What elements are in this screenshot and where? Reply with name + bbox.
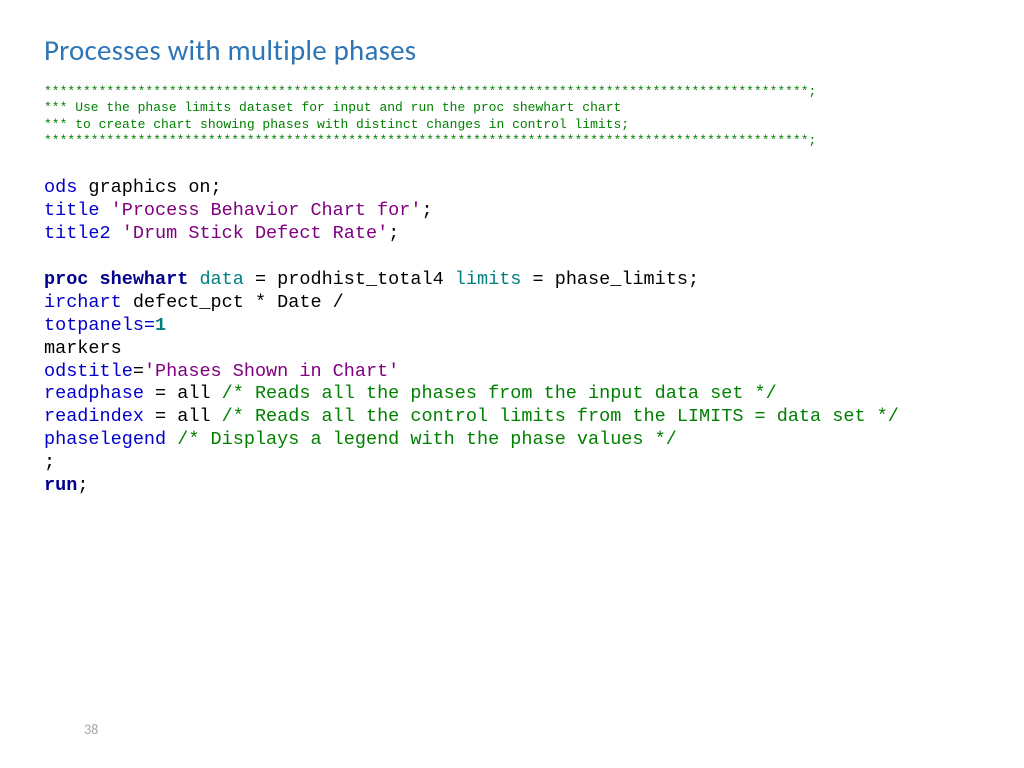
sas-code-block: ods graphics on; title 'Process Behavior…	[44, 177, 980, 498]
kw-data: data	[199, 269, 243, 290]
str-odstitle: 'Phases Shown in Chart'	[144, 361, 399, 382]
cmt-readindex: /* Reads all the control limits from the…	[222, 406, 899, 427]
txt-odstitle-eq: =	[133, 361, 144, 382]
comment-line-1: *** Use the phase limits dataset for inp…	[44, 100, 621, 115]
kw-proc-shewhart: proc shewhart	[44, 269, 188, 290]
num-one: 1	[155, 315, 166, 336]
txt-readindex-eq: = all	[144, 406, 222, 427]
kw-title: title	[44, 200, 100, 221]
kw-ods: ods	[44, 177, 77, 198]
stmt-terminator: ;	[44, 452, 55, 473]
kw-limits: limits	[455, 269, 522, 290]
kw-totpanels: totpanels=	[44, 315, 155, 336]
comment-rule-top: ****************************************…	[44, 84, 816, 99]
txt-markers: markers	[44, 338, 122, 359]
txt-graphics-on: graphics on;	[77, 177, 221, 198]
kw-irchart: irchart	[44, 292, 122, 313]
comment-line-2: *** to create chart showing phases with …	[44, 117, 629, 132]
str-title2: 'Drum Stick Defect Rate'	[122, 223, 388, 244]
txt-run-tail: ;	[77, 475, 88, 496]
cmt-phaselegend: /* Displays a legend with the phase valu…	[177, 429, 677, 450]
kw-title2: title2	[44, 223, 111, 244]
comment-rule-bottom: ****************************************…	[44, 133, 816, 148]
slide-title: Processes with multiple phases	[44, 32, 980, 68]
str-title: 'Process Behavior Chart for'	[111, 200, 422, 221]
cmt-readphase: /* Reads all the phases from the input d…	[222, 383, 777, 404]
slide: Processes with multiple phases *********…	[0, 0, 1024, 768]
kw-odstitle: odstitle	[44, 361, 133, 382]
txt-title2-tail: ;	[388, 223, 399, 244]
kw-readindex: readindex	[44, 406, 144, 427]
txt-readphase-eq: = all	[144, 383, 222, 404]
txt-data-eq: = prodhist_total4	[244, 269, 455, 290]
txt-phaselegend-sp	[166, 429, 177, 450]
sas-header-comment: ****************************************…	[44, 84, 980, 149]
kw-run: run	[44, 475, 77, 496]
page-number: 38	[84, 721, 98, 738]
txt-limits-eq: = phase_limits;	[521, 269, 699, 290]
kw-phaselegend: phaselegend	[44, 429, 166, 450]
kw-readphase: readphase	[44, 383, 144, 404]
txt-irchart-rest: defect_pct * Date /	[122, 292, 344, 313]
